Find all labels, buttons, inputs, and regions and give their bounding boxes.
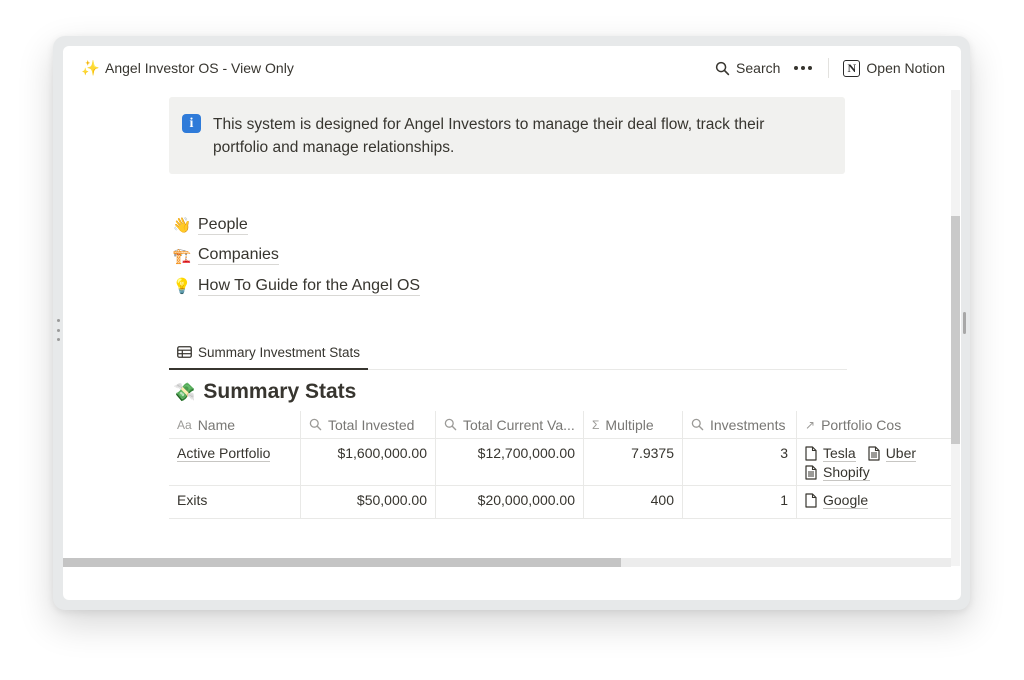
table-header: Aa Name Total Invested Total Current Va.…: [169, 411, 952, 439]
cell-total-invested[interactable]: $1,600,000.00: [301, 439, 436, 485]
column-header-investments[interactable]: Investments: [683, 411, 797, 438]
table-row[interactable]: Exits $50,000.00 $20,000,000.00 400 1 Go…: [169, 486, 952, 519]
info-callout: i This system is designed for Angel Inve…: [169, 97, 845, 174]
page-links: 👋 People 🏗️ Companies 💡 How To Guide for…: [171, 210, 421, 302]
construction-crane-icon: 🏗️: [172, 247, 192, 265]
link-label[interactable]: People: [198, 216, 248, 235]
column-header-total-invested[interactable]: Total Invested: [301, 411, 436, 438]
top-actions: Search N Open Notion: [715, 56, 945, 80]
cell-total-current-value[interactable]: $20,000,000.00: [436, 486, 584, 518]
search-icon: [309, 418, 322, 431]
link-how-to-guide[interactable]: 💡 How To Guide for the Angel OS: [171, 271, 421, 302]
database-title[interactable]: 💸 Summary Stats: [173, 380, 356, 404]
cell-total-invested[interactable]: $50,000.00: [301, 486, 436, 518]
chip-label: Uber: [885, 445, 917, 462]
portfolio-chip-tesla[interactable]: Tesla: [805, 445, 856, 462]
dot-icon: [808, 66, 813, 70]
dot-icon: [801, 66, 806, 70]
light-bulb-icon: 💡: [172, 278, 192, 296]
cell-total-current-value[interactable]: $12,700,000.00: [436, 439, 584, 485]
page-text-icon: [805, 465, 817, 480]
column-label: Multiple: [605, 416, 654, 433]
link-label[interactable]: How To Guide for the Angel OS: [198, 277, 421, 296]
money-with-wings-icon: 💸: [173, 381, 196, 402]
summary-table: Aa Name Total Invested Total Current Va.…: [169, 411, 952, 519]
column-label: Portfolio Cos: [821, 416, 902, 433]
sigma-formula-icon: Σ: [592, 417, 600, 432]
notion-window: ✨ Angel Investor OS - View Only Search N…: [63, 46, 961, 600]
open-notion-button[interactable]: N Open Notion: [843, 59, 945, 77]
more-options-button[interactable]: [794, 66, 813, 70]
resize-grip-right[interactable]: [963, 312, 966, 334]
divider: [828, 58, 830, 78]
table-icon: [177, 346, 192, 358]
table-row[interactable]: Active Portfolio $1,600,000.00 $12,700,0…: [169, 439, 952, 486]
resize-grip-left[interactable]: [56, 319, 60, 341]
relation-arrow-icon: ↗: [805, 417, 816, 432]
cell-name[interactable]: Exits: [169, 486, 301, 518]
cell-investments[interactable]: 3: [683, 439, 797, 485]
column-header-portfolio-cos[interactable]: ↗ Portfolio Cos: [797, 411, 952, 438]
portfolio-chips: Tesla Uber Shopify: [805, 445, 944, 481]
page-title: Angel Investor OS - View Only: [105, 60, 294, 76]
info-icon: i: [182, 114, 201, 133]
row-name[interactable]: Active Portfolio: [177, 445, 271, 462]
page-icon: [805, 493, 817, 508]
search-label: Search: [736, 60, 781, 76]
cell-multiple[interactable]: 400: [584, 486, 683, 518]
open-notion-label: Open Notion: [866, 60, 945, 76]
link-people[interactable]: 👋 People: [171, 210, 420, 241]
link-companies[interactable]: 🏗️ Companies: [171, 241, 420, 272]
column-header-name[interactable]: Aa Name: [169, 411, 301, 438]
sparkles-icon: ✨: [81, 60, 100, 77]
horizontal-scrollbar-thumb[interactable]: [63, 558, 621, 567]
top-bar: ✨ Angel Investor OS - View Only Search N…: [63, 46, 961, 90]
dot-icon: [794, 66, 799, 70]
search-button[interactable]: Search: [715, 60, 780, 76]
column-label: Total Current Va...: [463, 416, 575, 433]
search-icon: [691, 418, 704, 431]
cell-name[interactable]: Active Portfolio: [169, 439, 301, 485]
tab-summary-investment-stats[interactable]: Summary Investment Stats: [169, 336, 369, 370]
search-icon: [715, 61, 730, 75]
callout-text: This system is designed for Angel Invest…: [213, 116, 765, 156]
view-tabs: Summary Investment Stats: [169, 336, 847, 370]
column-header-total-current-value[interactable]: Total Current Va...: [436, 411, 584, 438]
waving-hand-icon: 👋: [172, 217, 192, 235]
column-header-multiple[interactable]: Σ Multiple: [584, 411, 683, 438]
database-title-text: Summary Stats: [203, 380, 357, 403]
page-title-area[interactable]: ✨ Angel Investor OS - View Only: [81, 59, 294, 77]
page-text-icon: [868, 446, 880, 461]
portfolio-chip-uber[interactable]: Uber: [868, 445, 917, 462]
chip-label: Tesla: [823, 445, 856, 462]
text-property-icon: Aa: [177, 417, 192, 432]
link-label[interactable]: Companies: [198, 246, 279, 266]
vertical-scrollbar-thumb[interactable]: [951, 216, 960, 444]
cell-portfolio-cos[interactable]: Google: [797, 486, 952, 518]
notion-logo-icon: N: [843, 59, 861, 77]
column-label: Investments: [710, 416, 786, 433]
row-name[interactable]: Exits: [177, 492, 207, 508]
portfolio-chip-shopify[interactable]: Shopify: [805, 464, 870, 481]
chip-label: Google: [823, 492, 869, 509]
cell-portfolio-cos[interactable]: Tesla Uber Shopify: [797, 439, 952, 485]
page-icon: [805, 446, 817, 461]
portfolio-chip-google[interactable]: Google: [805, 492, 869, 509]
chip-label: Shopify: [823, 464, 870, 481]
portfolio-chips: Google: [805, 492, 944, 509]
cell-multiple[interactable]: 7.9375: [584, 439, 683, 485]
column-label: Name: [197, 416, 236, 433]
search-icon: [444, 418, 457, 431]
tab-label: Summary Investment Stats: [198, 344, 361, 360]
column-label: Total Invested: [328, 416, 415, 433]
cell-investments[interactable]: 1: [683, 486, 797, 518]
